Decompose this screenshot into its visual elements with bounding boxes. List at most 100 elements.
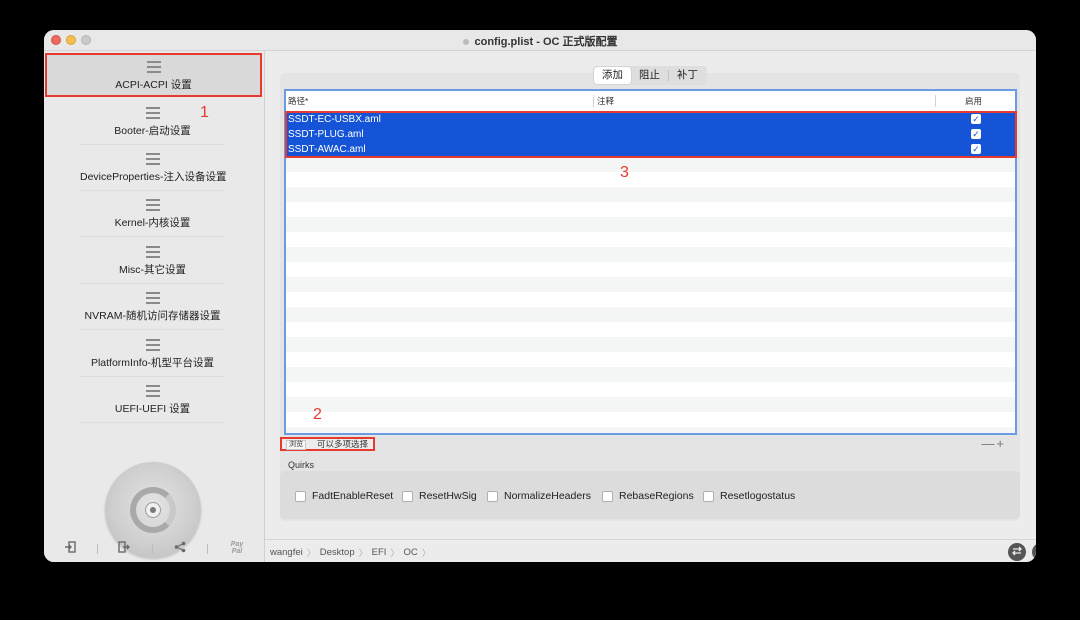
divider	[80, 422, 225, 423]
sidebar-item-label: DeviceProperties-注入设备设置	[80, 171, 227, 183]
annotation-marker-2: 2	[313, 406, 322, 423]
table-body: SSDT-EC-USBX.aml ✓ SSDT-PLUG.aml ✓ SSDT-…	[286, 112, 1015, 433]
annotation-marker-3: 3	[620, 164, 629, 181]
quirk-resethwsig[interactable]: ResetHwSig	[402, 490, 477, 502]
sidebar-item-acpi[interactable]: ACPI-ACPI 设置	[45, 53, 262, 97]
table-row-empty	[286, 202, 1015, 217]
share-button[interactable]	[172, 541, 188, 557]
table-row-empty	[286, 217, 1015, 232]
list-view-button[interactable]	[1032, 543, 1036, 561]
breadcrumb-item[interactable]: wangfei	[270, 547, 303, 558]
disk-hub	[145, 502, 161, 518]
table-row-empty	[286, 352, 1015, 367]
paypal-logo-line1: Pay	[230, 541, 244, 548]
table-footer: 浏览 可以多项选择 —+	[280, 436, 1020, 451]
sidebar-item-deviceproperties[interactable]: DeviceProperties-注入设备设置	[80, 147, 227, 191]
table-row-empty	[286, 277, 1015, 292]
table-row-empty	[286, 412, 1015, 427]
tab-add[interactable]: 添加	[594, 67, 631, 84]
divider	[152, 544, 153, 554]
sidebar-item-label: NVRAM-随机访问存储器设置	[84, 310, 221, 322]
table-row-empty	[286, 247, 1015, 262]
status-bar: wangfei 〉 Desktop 〉 EFI 〉 OC 〉	[265, 539, 1036, 562]
divider	[97, 544, 98, 554]
breadcrumb-item[interactable]: Desktop	[320, 547, 355, 558]
sidebar-item-uefi[interactable]: UEFI-UEFI 设置	[80, 379, 225, 423]
quirk-normalizeheaders[interactable]: NormalizeHeaders	[487, 490, 591, 502]
list-icon	[146, 61, 161, 73]
column-header-enabled[interactable]: 启用	[965, 95, 982, 107]
checkbox[interactable]	[602, 490, 613, 502]
divider	[80, 283, 225, 284]
quirk-fadtenablereset[interactable]: FadtEnableReset	[295, 490, 393, 502]
table-row-empty	[286, 172, 1015, 187]
quirk-label: Resetlogostatus	[720, 490, 796, 502]
app-window: config.plist - OC 正式版配置 ACPI-ACPI 设置 Boo…	[44, 30, 1036, 562]
table-row-empty	[286, 232, 1015, 247]
list-icon	[145, 153, 160, 165]
quirk-rebaseregions[interactable]: RebaseRegions	[602, 490, 694, 502]
quirk-resetlogostatus[interactable]: Resetlogostatus	[703, 490, 795, 502]
sidebar-item-label: Kernel-内核设置	[114, 217, 191, 229]
column-header-path[interactable]: 路径*	[288, 95, 308, 107]
divider	[80, 236, 225, 237]
tab-block[interactable]: 阻止	[631, 67, 668, 84]
sidebar-item-label: ACPI-ACPI 设置	[115, 79, 192, 91]
checkbox[interactable]	[487, 490, 498, 502]
path-cell[interactable]: SSDT-AWAC.aml	[288, 143, 366, 156]
table-row-empty	[286, 262, 1015, 277]
paypal-donate-button[interactable]: Pay Pal	[226, 541, 248, 557]
import-button[interactable]	[62, 541, 78, 557]
table-row-empty	[286, 427, 1015, 433]
checkbox[interactable]	[295, 490, 306, 502]
table-row[interactable]: SSDT-EC-USBX.aml ✓	[286, 112, 1015, 127]
window-title: config.plist - OC 正式版配置	[44, 33, 1036, 49]
paypal-logo-line2: Pal	[231, 548, 243, 555]
table-row-empty	[286, 337, 1015, 352]
divider	[80, 376, 225, 377]
title-bar: config.plist - OC 正式版配置	[44, 30, 1036, 51]
path-cell[interactable]: SSDT-PLUG.aml	[288, 128, 364, 141]
path-cell[interactable]: SSDT-EC-USBX.aml	[288, 113, 381, 126]
quirks-panel: FadtEnableReset ResetHwSig NormalizeHead…	[280, 471, 1020, 519]
breadcrumb-separator: 〉	[358, 548, 368, 558]
swap-button[interactable]	[1008, 543, 1026, 561]
divider	[207, 544, 208, 554]
checkbox[interactable]	[402, 490, 413, 502]
sidebar-item-platforminfo[interactable]: PlatformInfo-机型平台设置	[80, 333, 225, 377]
list-icon	[145, 339, 160, 351]
import-icon	[65, 541, 76, 553]
table-row-empty	[286, 307, 1015, 322]
list-icon	[145, 199, 160, 211]
divider	[80, 144, 225, 145]
table-row[interactable]: SSDT-AWAC.aml ✓	[286, 142, 1015, 157]
divider	[80, 190, 225, 191]
sidebar-item-nvram[interactable]: NVRAM-随机访问存储器设置	[80, 286, 225, 330]
enabled-checkbox[interactable]: ✓	[971, 129, 981, 139]
sidebar-item-kernel[interactable]: Kernel-内核设置	[80, 193, 225, 237]
enabled-checkbox[interactable]: ✓	[971, 144, 981, 154]
sidebar-toolbar: Pay Pal	[44, 537, 264, 561]
list-icon	[145, 246, 160, 258]
share-icon	[174, 541, 186, 553]
column-header-comment[interactable]: 注释	[597, 95, 614, 107]
breadcrumb-item[interactable]: OC	[403, 547, 417, 558]
sidebar-item-label: Booter-启动设置	[114, 125, 191, 137]
table-row-empty	[286, 157, 1015, 172]
table-row-empty	[286, 367, 1015, 382]
divider	[935, 95, 936, 107]
browse-button[interactable]: 浏览	[286, 440, 306, 450]
checkbox[interactable]	[703, 490, 714, 502]
enabled-checkbox[interactable]: ✓	[971, 114, 981, 124]
breadcrumb-item[interactable]: EFI	[372, 547, 387, 558]
list-icon	[145, 385, 160, 397]
sidebar-item-label: UEFI-UEFI 设置	[114, 403, 191, 415]
tab-patch[interactable]: 补丁	[669, 67, 706, 84]
export-button[interactable]	[116, 541, 132, 557]
add-remove-buttons[interactable]: —+	[981, 436, 1006, 451]
sidebar-item-misc[interactable]: Misc-其它设置	[80, 240, 225, 284]
acpi-add-table[interactable]: 路径* 注释 启用 SSDT-EC-USBX.aml ✓ SSDT-PLUG.a…	[284, 89, 1017, 435]
multi-select-hint: 可以多项选择	[317, 439, 369, 449]
sidebar-item-label: Misc-其它设置	[118, 264, 187, 276]
table-row[interactable]: SSDT-PLUG.aml ✓	[286, 127, 1015, 142]
